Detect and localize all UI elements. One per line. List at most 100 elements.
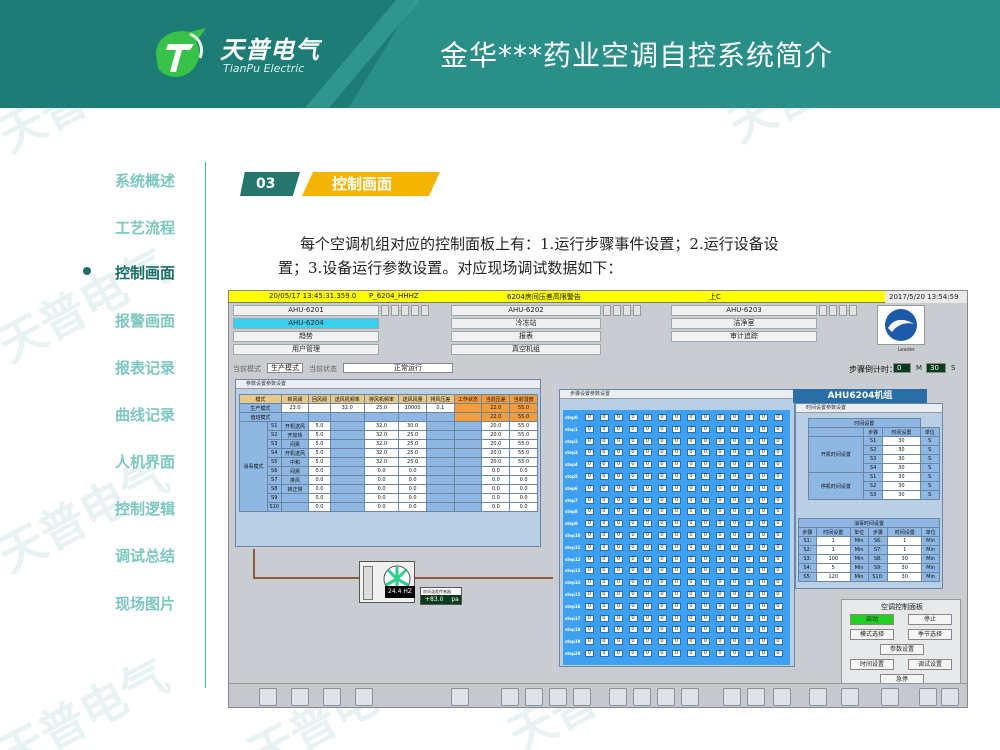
- step-cell[interactable]: 0: [701, 638, 710, 646]
- step-cell[interactable]: 0: [628, 496, 638, 504]
- step-cell[interactable]: 0: [672, 650, 681, 657]
- step-cell[interactable]: 0: [686, 437, 696, 445]
- step-cell[interactable]: 0: [773, 520, 783, 528]
- step-b[interactable]: 0.0: [363, 484, 400, 494]
- step-cell[interactable]: 0: [773, 508, 783, 516]
- step-cell[interactable]: 0: [672, 532, 681, 539]
- step-cell[interactable]: 0: [585, 437, 594, 445]
- step-c[interactable]: 25.0: [398, 430, 427, 440]
- step-cell[interactable]: 0: [730, 414, 739, 421]
- step-cell[interactable]: 0: [657, 437, 667, 445]
- step-cell[interactable]: 0: [628, 591, 638, 598]
- step-cell[interactable]: 0: [628, 449, 638, 457]
- step-cell[interactable]: 0: [657, 555, 667, 563]
- step-cell[interactable]: 0: [585, 638, 594, 646]
- step-cell[interactable]: 0: [643, 473, 652, 480]
- tab-chiller[interactable]: 冷冻站: [451, 318, 601, 329]
- step-cell[interactable]: 0: [614, 520, 623, 528]
- step-cell[interactable]: 0: [759, 437, 768, 445]
- step-cell[interactable]: 0: [599, 508, 609, 516]
- step-cell[interactable]: 0: [628, 614, 638, 622]
- step-e[interactable]: 55.0: [509, 430, 538, 440]
- step-e[interactable]: 0.0: [509, 475, 538, 485]
- step-cell[interactable]: 0: [643, 591, 652, 598]
- step-cell[interactable]: 0: [701, 567, 710, 575]
- step-cell[interactable]: 0: [715, 484, 725, 492]
- tab-ahu6201[interactable]: AHU-6201: [233, 305, 379, 316]
- step-cell[interactable]: 0: [773, 484, 783, 492]
- step-cell[interactable]: 0: [643, 496, 652, 504]
- step-cell[interactable]: 0: [715, 579, 725, 587]
- time-value[interactable]: 5: [815, 563, 851, 573]
- step-cell[interactable]: 0: [614, 437, 623, 445]
- step-e[interactable]: 55.0: [509, 448, 538, 458]
- step-cell[interactable]: 0: [715, 543, 725, 551]
- step-cell[interactable]: 0: [773, 650, 783, 657]
- step-cell[interactable]: 0: [759, 425, 768, 433]
- step-cell[interactable]: 0: [744, 532, 754, 539]
- step-d[interactable]: 0.0: [481, 466, 511, 476]
- step-cell[interactable]: 0: [744, 425, 754, 433]
- toolbar-button[interactable]: [609, 688, 627, 706]
- step-cell[interactable]: 0: [599, 626, 609, 634]
- step-cell[interactable]: 0: [628, 650, 638, 657]
- step-cell[interactable]: 0: [599, 461, 609, 469]
- step-cell[interactable]: 0: [643, 579, 652, 587]
- step-cell[interactable]: 0: [614, 579, 623, 587]
- step-cell[interactable]: 0: [715, 555, 725, 563]
- time-value[interactable]: 1: [815, 536, 851, 546]
- toolbar-button[interactable]: [355, 688, 373, 706]
- step-cell[interactable]: 0: [773, 614, 783, 622]
- step-cell[interactable]: 0: [672, 626, 681, 634]
- debug-settings-button[interactable]: 调试设置: [908, 659, 952, 670]
- step-cell[interactable]: 0: [657, 496, 667, 504]
- step-cell[interactable]: 0: [715, 437, 725, 445]
- toolbar-button[interactable]: [881, 688, 899, 706]
- time-value[interactable]: 30: [887, 563, 923, 573]
- step-cell[interactable]: 0: [599, 567, 609, 575]
- step-cell[interactable]: 0: [701, 555, 710, 563]
- step-cell[interactable]: 0: [585, 414, 594, 421]
- step-cell[interactable]: 0: [599, 473, 609, 480]
- step-cell[interactable]: 0: [686, 591, 696, 598]
- time-value[interactable]: 30: [882, 454, 921, 464]
- time-value[interactable]: 100: [815, 554, 851, 564]
- step-cell[interactable]: 0: [628, 555, 638, 563]
- step-cell[interactable]: 0: [759, 626, 768, 634]
- toolbar-button[interactable]: [291, 688, 309, 706]
- step-cell[interactable]: 0: [744, 414, 754, 421]
- step-cell[interactable]: 0: [585, 508, 594, 516]
- step-cell[interactable]: 0: [686, 520, 696, 528]
- step-cell[interactable]: 0: [628, 508, 638, 516]
- step-cell[interactable]: 0: [585, 484, 594, 492]
- step-cell[interactable]: 0: [759, 414, 768, 421]
- step-cell[interactable]: 0: [701, 461, 710, 469]
- step-cell[interactable]: 0: [643, 520, 652, 528]
- step-cell[interactable]: 0: [599, 543, 609, 551]
- toolbar-button[interactable]: [573, 688, 591, 706]
- step-cell[interactable]: 0: [715, 425, 725, 433]
- step-cell[interactable]: 0: [730, 579, 739, 587]
- tab-report[interactable]: 报表: [451, 331, 601, 342]
- step-cell[interactable]: 0: [730, 461, 739, 469]
- mode-select-button[interactable]: 模式选择: [850, 629, 894, 640]
- step-cell[interactable]: 0: [730, 449, 739, 457]
- step-cell[interactable]: 0: [686, 473, 696, 480]
- step-cell[interactable]: 0: [657, 425, 667, 433]
- step-cell[interactable]: 0: [628, 425, 638, 433]
- step-a[interactable]: 5.0: [308, 430, 331, 440]
- step-cell[interactable]: 0: [614, 602, 623, 610]
- step-cell[interactable]: 0: [672, 449, 681, 457]
- step-cell[interactable]: 0: [759, 520, 768, 528]
- step-cell[interactable]: 0: [599, 614, 609, 622]
- step-cell[interactable]: 0: [759, 567, 768, 575]
- step-cell[interactable]: 0: [599, 579, 609, 587]
- step-cell[interactable]: 0: [701, 543, 710, 551]
- step-cell[interactable]: 0: [628, 473, 638, 480]
- step-cell[interactable]: 0: [585, 520, 594, 528]
- step-e[interactable]: 0.0: [509, 502, 538, 512]
- step-cell[interactable]: 0: [759, 555, 768, 563]
- step-cell[interactable]: 0: [773, 496, 783, 504]
- step-cell[interactable]: 0: [730, 484, 739, 492]
- step-cell[interactable]: 0: [672, 484, 681, 492]
